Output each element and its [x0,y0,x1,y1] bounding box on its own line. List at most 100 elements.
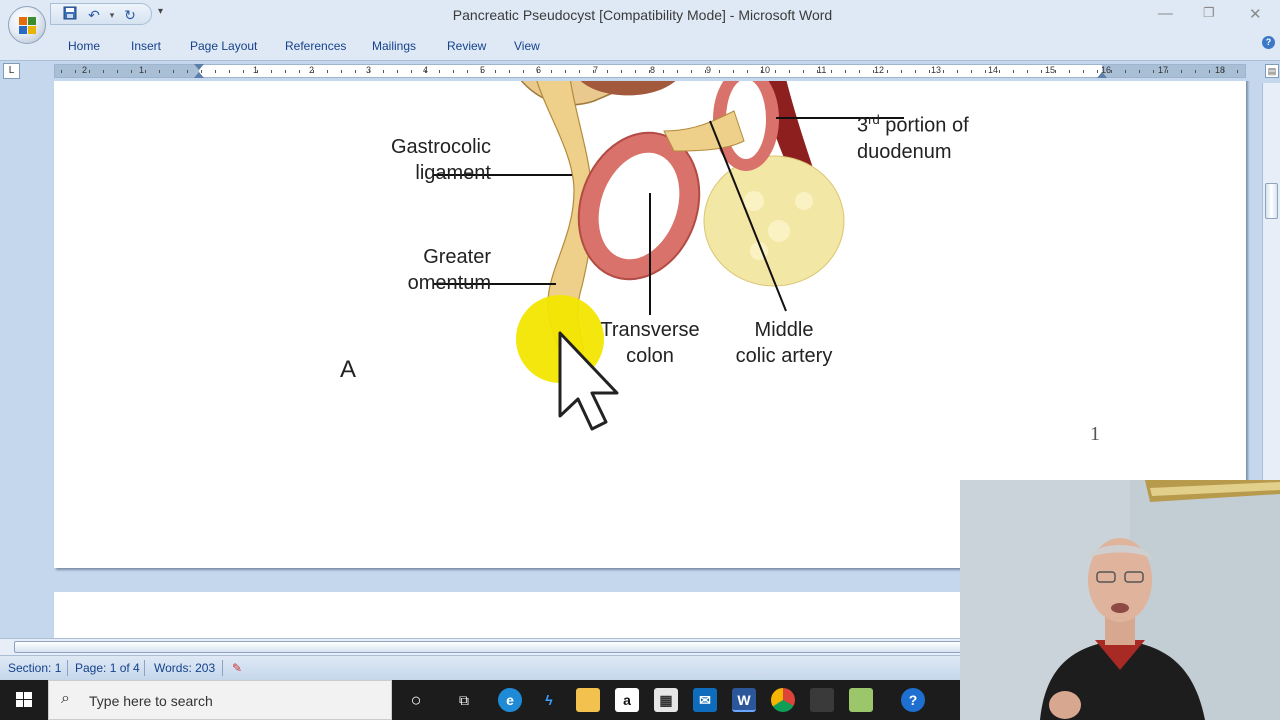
left-indent-marker[interactable] [194,72,204,78]
tab-home[interactable]: Home [68,39,100,53]
page-number: 1 [1090,423,1100,445]
ruler-tick [131,70,132,73]
app-icon-2[interactable] [810,688,834,712]
ruler-tick [341,70,342,73]
label-greater-omentum-line1: Greater [423,246,491,268]
ruler-tick [89,70,90,73]
ruler-tick [901,70,902,73]
close-icon[interactable]: ✕ [1249,5,1262,23]
tab-page-layout[interactable]: Page Layout [190,39,257,53]
ruler-tick [355,70,356,73]
office-button[interactable] [8,6,46,44]
task-view-icon[interactable]: ⧉ [452,688,476,712]
label-gastrocolic-line1: Gastrocolic [390,136,491,158]
ruler-tick [285,70,286,73]
ruler-tick [943,70,944,73]
chrome-icon[interactable] [771,688,795,712]
ruler-tick [215,70,216,73]
panel-label: A [340,356,357,383]
taskbar-search[interactable]: ⌕ Type here to search [48,680,392,720]
ruler-tick [957,70,958,73]
ruler-tick [677,70,678,73]
ruler-number: 13 [931,65,942,75]
ruler-tick [1069,70,1070,73]
ruler-number: 9 [706,65,712,75]
ruler-tick [551,70,552,73]
ruler-tick [607,70,608,73]
restore-icon[interactable]: ❐ [1203,5,1215,21]
ruler-tick [747,70,748,73]
first-line-indent-marker[interactable] [194,64,204,70]
app-icon-3[interactable] [849,688,873,712]
ruler-number: 2 [82,65,88,75]
help-icon[interactable]: ? [1262,36,1275,49]
ruler-tick [187,70,188,73]
ruler-tick [439,70,440,73]
window-title: Pancreatic Pseudocyst [Compatibility Mod… [452,7,833,23]
status-words[interactable]: Words: 203 [154,661,215,675]
ruler-tick [859,70,860,73]
ruler-row: L 2 1 1 2 3 4 5 6 7 8 9 10 11 12 13 14 1… [0,61,1280,81]
ruler-tick [271,70,272,73]
status-separator [222,660,223,676]
view-ruler-icon[interactable]: ▤ [1265,64,1279,78]
status-separator [144,660,145,676]
ruler-tick [509,70,510,73]
ruler-tick [495,70,496,73]
tab-insert[interactable]: Insert [131,39,161,53]
help-app-icon[interactable]: ? [901,688,925,712]
ruler-tick [537,70,538,73]
mail-icon[interactable]: ✉ [693,688,717,712]
ruler-tick [621,70,622,73]
store-icon[interactable]: ▦ [654,688,678,712]
ruler-tick [1237,70,1238,73]
ruler-tick [453,70,454,73]
ruler-left-margin [55,65,199,77]
office-logo-icon [19,17,37,35]
ruler-number: 15 [1045,65,1056,75]
tab-view[interactable]: View [514,39,540,53]
label-duodenum-ordinal-sup: rd [868,112,880,127]
status-page[interactable]: Page: 1 of 4 [75,661,140,675]
ruler-tick [915,70,916,73]
minimize-icon[interactable]: — [1158,5,1173,22]
label-gastrocolic: Gastrocolic ligament [321,134,491,186]
amazon-icon[interactable]: a [615,688,639,712]
ruler-tick [1111,70,1112,73]
app-icon[interactable]: ϟ [537,688,561,712]
ruler-tick [369,70,370,73]
label-transverse-colon: Transverse colon [580,317,720,369]
ruler-tick [1125,70,1126,73]
label-duodenum-line2: duodenum [857,140,952,163]
ruler-tick [1083,70,1084,73]
ruler-tick [1181,70,1182,73]
edge-icon[interactable]: e [498,688,522,712]
ruler-tick [775,70,776,73]
ruler-tick [985,70,986,73]
tab-references[interactable]: References [285,39,346,53]
vertical-scroll-thumb[interactable] [1265,183,1278,219]
ruler-tick [257,70,258,73]
start-button[interactable] [0,680,48,720]
cortana-icon[interactable]: ○ [404,688,428,712]
horizontal-ruler[interactable]: 2 1 1 2 3 4 5 6 7 8 9 10 11 12 13 14 15 … [54,64,1246,78]
label-greater-omentum-line2: omentum [407,272,491,294]
right-indent-marker[interactable] [1097,72,1107,78]
tab-selector-button[interactable]: L [3,63,20,79]
status-section[interactable]: Section: 1 [8,661,61,675]
ruler-tick [229,70,230,73]
word-icon[interactable]: W [732,688,756,712]
ruler-tick [61,70,62,73]
label-duodenum-line1: portion of [879,114,969,137]
tab-review[interactable]: Review [447,39,486,53]
ruler-tick [411,70,412,73]
label-gastrocolic-line2: ligament [415,162,491,184]
tab-mailings[interactable]: Mailings [372,39,416,53]
ruler-tick [117,70,118,73]
ruler-tick [1041,70,1042,73]
ruler-tick [201,70,202,73]
ruler-tick [1167,70,1168,73]
file-explorer-icon[interactable] [576,688,600,712]
proofing-icon[interactable]: ✎ [232,661,242,675]
label-greater-omentum: Greater omentum [321,244,491,296]
